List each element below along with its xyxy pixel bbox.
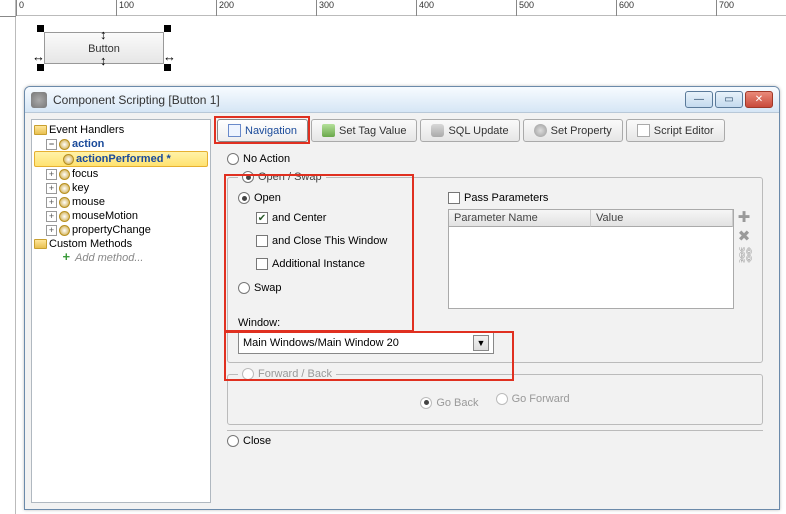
check-and-close[interactable]: and Close This Window xyxy=(256,232,428,250)
folder-icon xyxy=(34,125,47,135)
checkbox-icon xyxy=(256,212,268,224)
dialog-title: Component Scripting [Button 1] xyxy=(53,93,683,107)
remove-row-button[interactable]: ✖ xyxy=(736,230,752,246)
dialog: Component Scripting [Button 1] — ▭ ✕ Eve… xyxy=(24,86,780,510)
gear-icon xyxy=(59,169,70,180)
design-button[interactable]: Button ↕ ↕ ↔ ↔ xyxy=(44,32,164,64)
radio-icon xyxy=(496,393,508,405)
tree-key[interactable]: + key xyxy=(34,181,208,195)
checkbox-icon xyxy=(256,235,268,247)
tree-focus[interactable]: + focus xyxy=(34,167,208,181)
expand-icon[interactable]: + xyxy=(46,211,57,222)
check-additional[interactable]: Additional Instance xyxy=(256,255,428,273)
arrow-left-icon[interactable]: ↔ xyxy=(32,42,45,72)
gear-icon xyxy=(59,183,70,194)
event-tree[interactable]: Event Handlers − action actionPerformed … xyxy=(31,119,211,503)
tree-add-method[interactable]: + Add method... xyxy=(34,251,208,265)
tab-set-property[interactable]: Set Property xyxy=(523,119,623,142)
tree-action[interactable]: − action xyxy=(34,137,208,151)
collapse-icon[interactable]: − xyxy=(46,139,57,150)
gear-icon xyxy=(31,92,47,108)
database-icon xyxy=(431,124,444,137)
radio-go-back: Go Back xyxy=(420,394,478,412)
tree-custom-methods[interactable]: Custom Methods xyxy=(34,237,208,251)
tab-navigation[interactable]: Navigation xyxy=(217,119,308,142)
expand-icon[interactable]: + xyxy=(46,225,57,236)
chevron-down-icon[interactable]: ▼ xyxy=(473,335,489,351)
window-label: Window: xyxy=(238,317,752,329)
tree-mouse-motion[interactable]: + mouseMotion xyxy=(34,209,208,223)
expand-icon[interactable]: + xyxy=(46,197,57,208)
expand-icon[interactable]: + xyxy=(46,183,57,194)
param-table[interactable]: Parameter Name Value xyxy=(448,209,734,309)
tag-icon xyxy=(322,124,335,137)
tabbar: Navigation Set Tag Value SQL Update Set … xyxy=(217,119,773,142)
checkbox-icon xyxy=(448,192,460,204)
expand-icon[interactable]: + xyxy=(46,169,57,180)
link-row-button[interactable]: ⛓ xyxy=(736,249,752,265)
minimize-button[interactable]: — xyxy=(685,91,713,108)
group-open-swap: Open / Swap Open and Center xyxy=(227,171,763,363)
ruler-horizontal: 0 100 200 300 400 500 600 700 xyxy=(0,0,786,16)
folder-icon xyxy=(34,239,47,249)
resize-handle-icon[interactable] xyxy=(164,25,171,32)
radio-close[interactable]: Close xyxy=(227,430,763,450)
tab-sql[interactable]: SQL Update xyxy=(420,119,519,142)
radio-fwd-back[interactable]: Forward / Back xyxy=(238,368,336,380)
radio-icon xyxy=(238,192,250,204)
radio-icon xyxy=(242,368,254,380)
gear-icon xyxy=(63,154,74,165)
gear-icon xyxy=(59,211,70,222)
radio-open-swap[interactable]: Open / Swap xyxy=(238,171,326,183)
navigation-icon xyxy=(228,124,241,137)
radio-no-action[interactable]: No Action xyxy=(227,150,763,168)
checkbox-icon xyxy=(256,258,268,270)
window-combo[interactable]: Main Windows/Main Window 20 ▼ xyxy=(238,332,494,354)
radio-icon xyxy=(420,397,432,409)
titlebar[interactable]: Component Scripting [Button 1] — ▭ ✕ xyxy=(25,87,779,113)
window-combo-value: Main Windows/Main Window 20 xyxy=(243,337,399,349)
radio-icon xyxy=(227,153,239,165)
arrow-down-icon[interactable]: ↕ xyxy=(100,46,107,76)
col-param-name[interactable]: Parameter Name xyxy=(449,210,591,227)
maximize-button[interactable]: ▭ xyxy=(715,91,743,108)
gear-icon xyxy=(534,124,547,137)
radio-open[interactable]: Open xyxy=(238,189,428,207)
radio-icon xyxy=(242,171,254,183)
gear-icon xyxy=(59,225,70,236)
gear-icon xyxy=(59,197,70,208)
nav-panel: No Action Open / Swap Open xyxy=(217,148,773,503)
tree-action-performed[interactable]: actionPerformed * xyxy=(34,151,208,167)
gear-icon xyxy=(59,139,70,150)
add-row-button[interactable]: ✚ xyxy=(736,211,752,227)
tree-event-handlers[interactable]: Event Handlers xyxy=(34,123,208,137)
arrow-right-icon[interactable]: ↔ xyxy=(163,42,176,72)
tree-property-change[interactable]: + propertyChange xyxy=(34,223,208,237)
tree-mouse[interactable]: + mouse xyxy=(34,195,208,209)
close-button[interactable]: ✕ xyxy=(745,91,773,108)
radio-swap[interactable]: Swap xyxy=(238,279,428,297)
check-and-center[interactable]: and Center xyxy=(256,209,428,227)
resize-handle-icon[interactable] xyxy=(37,25,44,32)
script-icon xyxy=(637,124,650,137)
ruler-vertical xyxy=(0,0,16,514)
check-pass-params[interactable]: Pass Parameters xyxy=(448,189,752,207)
col-param-value[interactable]: Value xyxy=(591,210,733,227)
tab-set-tag[interactable]: Set Tag Value xyxy=(311,119,417,142)
radio-icon xyxy=(238,282,250,294)
radio-icon xyxy=(227,435,239,447)
plus-icon: + xyxy=(59,252,73,264)
radio-go-forward: Go Forward xyxy=(496,390,570,408)
tab-script-editor[interactable]: Script Editor xyxy=(626,119,725,142)
group-fwd-back: Forward / Back Go Back Go Forward xyxy=(227,368,763,425)
